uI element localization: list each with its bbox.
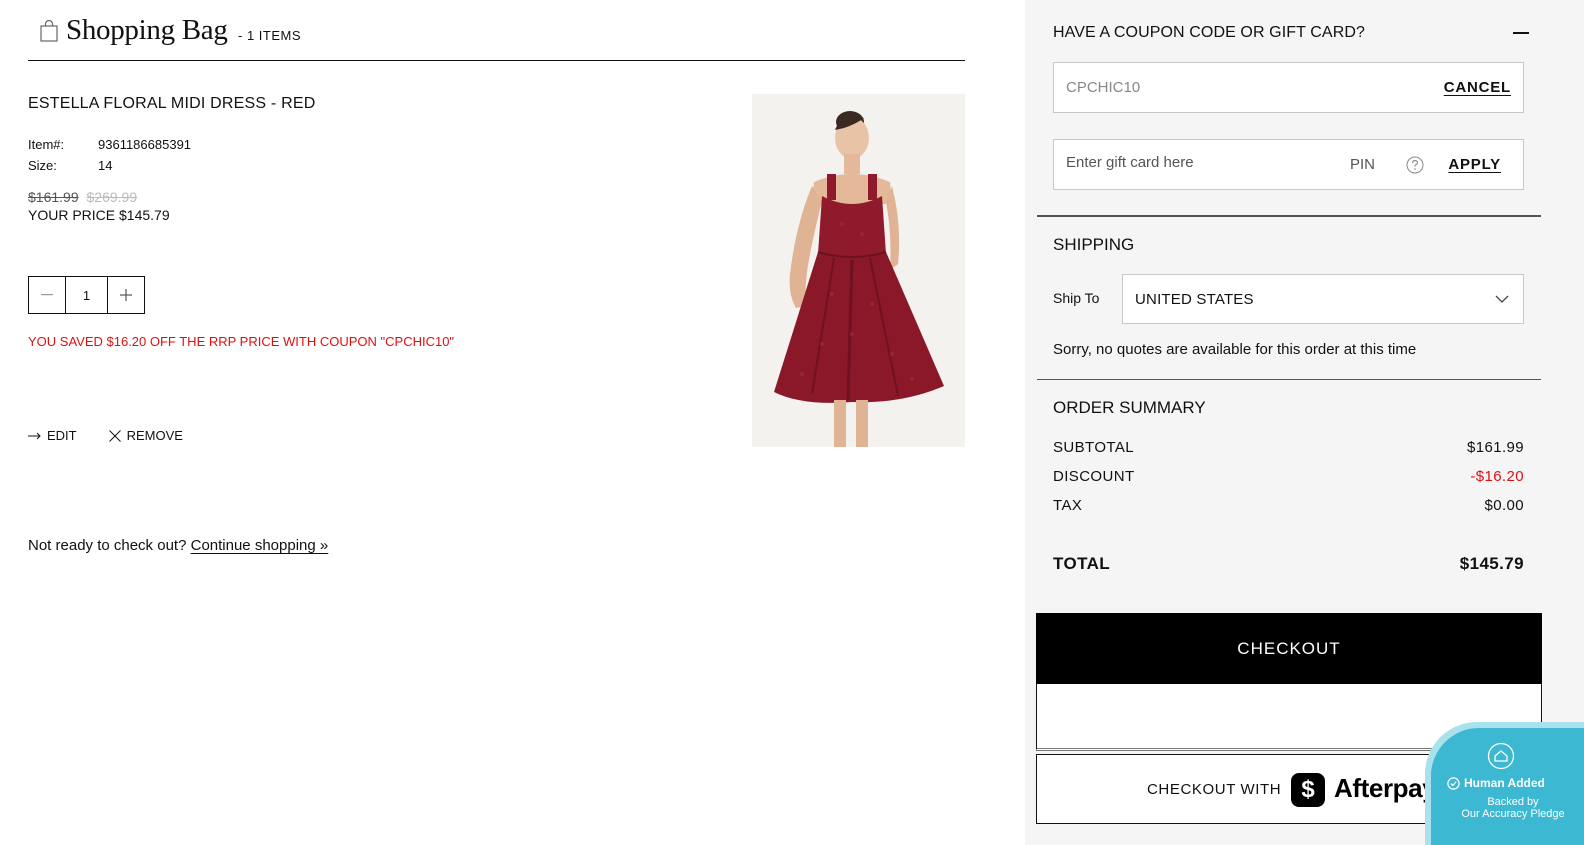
bag-header: Shopping Bag - 1 ITEMS	[28, 14, 965, 61]
pin-label[interactable]: PIN	[1350, 156, 1375, 173]
afterpay-logo-icon: $	[1291, 773, 1325, 807]
item-count: - 1 ITEMS	[238, 28, 302, 43]
cancel-coupon-button[interactable]: CANCEL	[1444, 79, 1511, 96]
check-circle-icon	[1447, 776, 1460, 790]
afterpay-brand: Afterpay	[1334, 773, 1437, 803]
increase-quantity-button[interactable]	[108, 277, 144, 313]
not-ready-text: Not ready to check out?	[28, 537, 187, 554]
shipping-message: Sorry, no quotes are available for this …	[1053, 341, 1417, 358]
quantity-value[interactable]: 1	[65, 277, 108, 313]
item-number-value: 9361186685391	[98, 137, 192, 152]
badge-sub-line1: Backed by	[1487, 796, 1539, 808]
continue-shopping-row: Not ready to check out? Continue shoppin…	[28, 537, 328, 554]
continue-shopping-link[interactable]: Continue shopping »	[191, 537, 329, 554]
discount-label: DISCOUNT	[1053, 468, 1135, 485]
shopping-bag-icon	[40, 20, 58, 42]
subtotal-row: SUBTOTAL $161.99	[1053, 439, 1524, 456]
ship-to-value: UNITED STATES	[1135, 291, 1254, 308]
tax-row: TAX $0.00	[1053, 497, 1524, 514]
chevron-down-icon	[1495, 295, 1509, 303]
subtotal-label: SUBTOTAL	[1053, 439, 1134, 456]
shipping-title: SHIPPING	[1053, 235, 1135, 254]
checkout-button[interactable]: CHECKOUT	[1036, 613, 1542, 684]
minus-icon[interactable]	[1513, 32, 1529, 34]
total-label: TOTAL	[1053, 554, 1111, 573]
sale-price: $161.99	[28, 189, 79, 205]
item-actions: EDIT REMOVE	[28, 428, 183, 443]
total-row: TOTAL $145.79	[1053, 554, 1524, 574]
coupon-code-value: CPCHIC10	[1066, 79, 1141, 96]
tax-value: $0.00	[1484, 497, 1524, 514]
arrow-right-icon	[28, 432, 41, 439]
badge-main-text: Human Added	[1464, 776, 1545, 790]
coupon-code-field: CPCHIC10 CANCEL	[1053, 62, 1524, 113]
edit-label: EDIT	[47, 428, 77, 443]
page-title: Shopping Bag	[66, 14, 228, 46]
savings-message: YOU SAVED $16.20 OFF THE RRP PRICE WITH …	[28, 334, 455, 349]
afterpay-label: CHECKOUT WITH	[1147, 781, 1282, 798]
discount-row: DISCOUNT -$16.20	[1053, 468, 1524, 485]
edit-button[interactable]: EDIT	[28, 428, 77, 443]
remove-label: REMOVE	[126, 428, 183, 443]
plus-icon	[120, 289, 132, 301]
close-icon	[108, 429, 121, 442]
gift-card-field: PIN APPLY	[1053, 139, 1524, 190]
order-sidebar: HAVE A COUPON CODE OR GIFT CARD? CPCHIC1…	[1025, 0, 1584, 845]
remove-button[interactable]: REMOVE	[108, 428, 183, 443]
product-image[interactable]	[752, 94, 965, 447]
home-icon	[1487, 742, 1515, 770]
gift-card-input[interactable]	[1066, 154, 1336, 171]
section-divider	[1037, 215, 1541, 217]
subtotal-value: $161.99	[1466, 439, 1524, 456]
size-row: Size: 14	[28, 158, 112, 173]
order-summary-title: ORDER SUMMARY	[1053, 398, 1206, 417]
badge-sub-line2: Our Accuracy Pledge	[1461, 808, 1565, 820]
ship-to-select[interactable]: UNITED STATES	[1122, 274, 1524, 324]
question-circle-icon[interactable]	[1406, 156, 1424, 174]
coupon-section-title[interactable]: HAVE A COUPON CODE OR GIFT CARD?	[1053, 24, 1365, 42]
section-divider	[1037, 379, 1541, 380]
decrease-quantity-button[interactable]	[29, 277, 65, 313]
size-label: Size:	[28, 158, 57, 173]
size-value: 14	[98, 158, 113, 173]
badge-sub: Backed by Our Accuracy Pledge	[1443, 796, 1583, 820]
product-name[interactable]: ESTELLA FLORAL MIDI DRESS - RED	[28, 95, 315, 113]
your-price: YOUR PRICE $145.79	[28, 207, 170, 223]
item-number-row: Item#: 9361186685391	[28, 137, 191, 152]
shopping-bag-section: Shopping Bag - 1 ITEMS ESTELLA FLORAL MI…	[28, 0, 965, 845]
badge-main: Human Added	[1447, 776, 1545, 790]
dress-illustration	[752, 94, 965, 447]
tax-label: TAX	[1053, 497, 1083, 514]
price-row: $161.99 $269.99	[28, 189, 137, 205]
apply-gift-card-button[interactable]: APPLY	[1448, 156, 1501, 173]
total-value: $145.79	[1459, 554, 1524, 573]
original-price: $269.99	[86, 189, 138, 205]
human-added-badge[interactable]: Human Added Backed by Our Accuracy Pledg…	[1431, 728, 1584, 845]
item-number-label: Item#:	[28, 137, 65, 152]
discount-value: -$16.20	[1470, 468, 1524, 485]
minus-icon	[41, 294, 53, 296]
quantity-stepper: 1	[28, 276, 145, 314]
ship-to-label: Ship To	[1053, 290, 1100, 306]
